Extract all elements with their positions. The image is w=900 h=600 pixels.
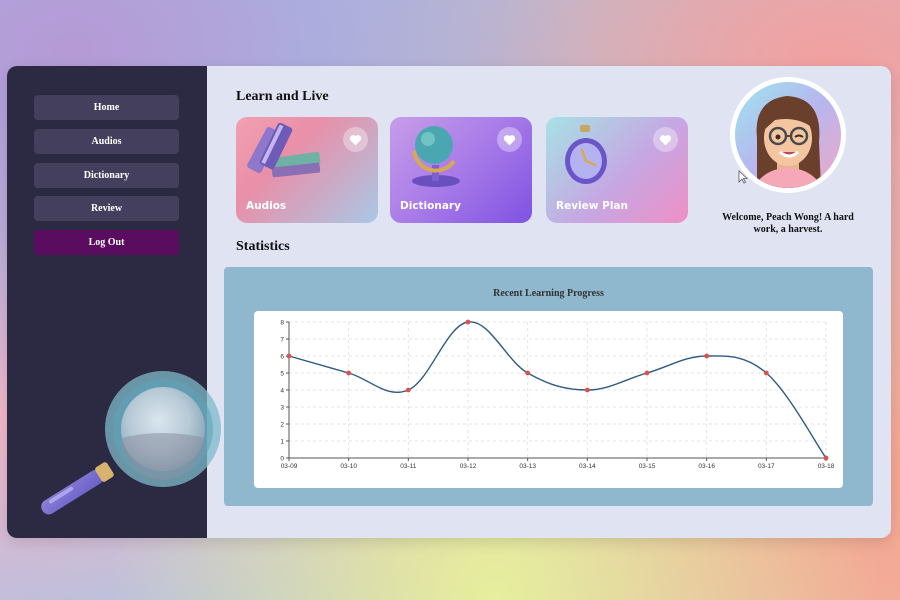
chart-title: Recent Learning Progress — [493, 288, 604, 299]
chart-panel: Recent Learning Progress 0 1 2 3 4 5 6 7 8 03-09 0… — [224, 267, 873, 506]
data-point — [286, 353, 292, 359]
favorite-button[interactable] — [343, 127, 368, 152]
x-tick-label: 03-09 — [281, 463, 298, 470]
books-icon — [247, 122, 321, 178]
nav-dictionary-button[interactable]: Dictionary — [34, 163, 179, 188]
y-tick-label: 6 — [280, 354, 284, 361]
card-label: Audios — [246, 200, 287, 212]
x-tick-label: 03-10 — [340, 463, 357, 470]
dictionary-card[interactable]: Dictionary — [390, 117, 532, 223]
welcome-message: Welcome, Peach Wong! A hard work, a harv… — [722, 212, 854, 235]
nav-audios-button[interactable]: Audios — [34, 129, 179, 154]
avatar-memoji-icon — [753, 96, 823, 188]
sidebar: Home Audios Dictionary Review Log Out — [7, 66, 221, 538]
nav-home-button[interactable]: Home — [34, 95, 179, 120]
heart-icon — [349, 134, 362, 145]
favorite-button[interactable] — [653, 127, 678, 152]
line-chart: 0 1 2 3 4 5 6 7 8 03-09 03-10 03-11 03-12 03-13 03-14 0… — [280, 319, 835, 471]
favorite-button[interactable] — [497, 127, 522, 152]
y-tick-label: 0 — [280, 456, 284, 463]
data-point — [405, 387, 411, 393]
card-label: Dictionary — [400, 200, 461, 212]
y-tick-label: 3 — [280, 405, 284, 412]
main-content: Learn and Live Audios Dictionary Review … — [207, 66, 891, 538]
data-point — [823, 455, 829, 461]
heart-icon — [659, 134, 672, 145]
x-tick-label: 03-14 — [579, 463, 596, 470]
x-tick-label: 03-13 — [519, 463, 536, 470]
audios-card[interactable]: Audios — [236, 117, 378, 223]
chart-container: 0 1 2 3 4 5 6 7 8 03-09 03-10 03-11 03-12 03-13 03-14 0… — [254, 311, 843, 488]
data-point — [584, 387, 590, 393]
nav-review-button[interactable]: Review — [34, 196, 179, 221]
x-tick-label: 03-16 — [698, 463, 715, 470]
y-tick-label: 2 — [280, 422, 284, 429]
review-plan-card[interactable]: Review Plan — [546, 117, 688, 223]
x-tick-label: 03-18 — [818, 463, 835, 470]
globe-icon — [412, 126, 460, 187]
y-tick-label: 4 — [280, 388, 284, 395]
data-point — [465, 319, 471, 325]
y-tick-label: 7 — [280, 337, 284, 344]
x-tick-label: 03-15 — [639, 463, 656, 470]
y-tick-label: 8 — [280, 320, 284, 327]
data-point — [346, 370, 352, 376]
data-point — [704, 353, 710, 359]
magnifier-icon — [41, 371, 221, 515]
app-window: Home Audios Dictionary Review Log Out Le… — [7, 66, 891, 538]
data-point — [644, 370, 650, 376]
x-tick-label: 03-17 — [758, 463, 775, 470]
x-tick-label: 03-11 — [400, 463, 417, 470]
statistics-title: Statistics — [236, 239, 290, 254]
avatar[interactable] — [730, 77, 846, 193]
clock-icon — [565, 125, 607, 184]
data-point — [525, 370, 531, 376]
x-tick-label: 03-12 — [460, 463, 477, 470]
logout-button[interactable]: Log Out — [34, 230, 179, 255]
data-point — [763, 370, 769, 376]
y-tick-label: 1 — [280, 439, 284, 446]
card-label: Review Plan — [556, 200, 628, 212]
section-title: Learn and Live — [236, 89, 329, 104]
heart-icon — [503, 134, 516, 145]
y-tick-label: 5 — [280, 371, 284, 378]
